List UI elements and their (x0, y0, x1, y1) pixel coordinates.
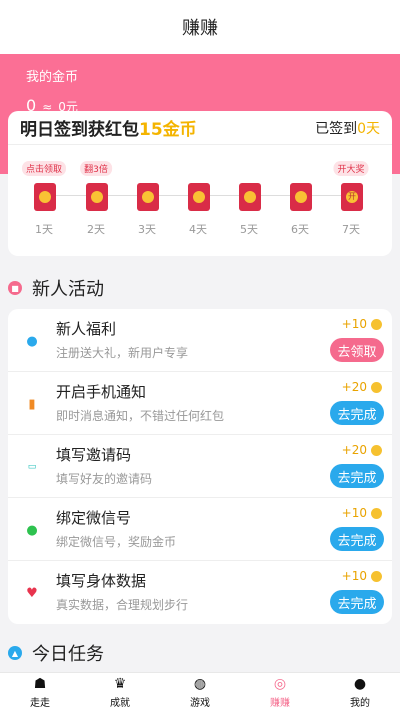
complete-button[interactable]: 去完成 (330, 527, 384, 551)
task-name: 填写邀请码 (56, 446, 132, 464)
red-envelope-icon[interactable] (137, 183, 159, 211)
task-desc: 绑定微信号，奖励金币 (56, 535, 177, 549)
earn-icon: ◎ (273, 676, 287, 692)
signin-days: 点击领取 1天 翻3倍 2天 3天 4天 5天 6天 开大奖 7天 (8, 145, 392, 256)
signin-reward: 15金币 (139, 120, 197, 140)
tab-game[interactable]: ◍ 游戏 (160, 673, 240, 712)
id-icon: ▭ (27, 462, 37, 472)
coin-icon (371, 507, 382, 519)
task-row: ♥ 填写身体数据 真实数据，合理规划步行 +10 去完成 (8, 561, 392, 624)
wechat-icon: ● (26, 522, 38, 538)
red-envelope-icon[interactable] (239, 183, 261, 211)
day-label: 7天 (342, 223, 360, 236)
task-row: ▮ 开启手机通知 即时消息通知，不错过任何红包 +20 去完成 (8, 372, 392, 435)
day-label: 1天 (35, 223, 53, 236)
signin-count-days: 0天 (357, 120, 380, 137)
tab-label: 赚赚 (270, 698, 290, 709)
signin-count-label: 已签到 (315, 120, 358, 137)
tab-earn[interactable]: ◎ 赚赚 (240, 673, 320, 712)
complete-button[interactable]: 去完成 (330, 464, 384, 488)
reward-amount: +10 (341, 569, 367, 583)
signin-header: 明日签到获红包15金币 已签到0天 (8, 111, 392, 145)
tab-profile[interactable]: ● 我的 (320, 673, 400, 712)
task-desc: 真实数据，合理规划步行 (56, 598, 189, 612)
walk-icon: ☗ (33, 676, 47, 692)
day-label: 6天 (291, 223, 309, 236)
red-envelope-icon[interactable] (34, 183, 56, 211)
task-reward: +10 (342, 317, 382, 331)
claim-button[interactable]: 去领取 (330, 338, 384, 362)
task-reward: +10 (342, 569, 382, 583)
user-icon: ● (26, 333, 38, 349)
reward-amount: +20 (341, 380, 367, 394)
task-reward: +20 (342, 380, 382, 394)
reward-amount: +10 (341, 506, 367, 520)
complete-button[interactable]: 去完成 (330, 401, 384, 425)
umbrella-icon: ▲ (8, 646, 22, 660)
day-tag[interactable]: 点击领取 (21, 161, 67, 176)
task-row: ▭ 填写邀请码 填写好友的邀请码 +20 去完成 (8, 435, 392, 498)
day-label: 4天 (189, 223, 207, 236)
coin-icon (371, 381, 382, 393)
task-name: 开启手机通知 (56, 383, 147, 401)
day-tag: 翻3倍 (80, 161, 112, 176)
tab-label: 成就 (110, 698, 130, 709)
task-name: 绑定微信号 (56, 509, 132, 527)
red-envelope-icon[interactable] (188, 183, 210, 211)
tab-achievement[interactable]: ♛ 成就 (80, 673, 160, 712)
tab-walk[interactable]: ☗ 走走 (0, 673, 80, 712)
tab-label: 走走 (30, 698, 50, 709)
reward-amount: +20 (341, 443, 367, 457)
task-desc: 注册送大礼，新用户专享 (56, 346, 189, 360)
signin-card: 明日签到获红包15金币 已签到0天 点击领取 1天 翻3倍 2天 3天 4天 5… (8, 111, 392, 256)
task-reward: +20 (342, 443, 382, 457)
tab-label: 我的 (350, 698, 370, 709)
today-title-text: 今日任务 (32, 644, 104, 665)
day-label: 3天 (138, 223, 156, 236)
task-reward: +10 (342, 506, 382, 520)
coin-label: 我的金币 (26, 70, 79, 85)
coin-icon (371, 570, 382, 582)
newbie-section-title: ■ 新人活动 (8, 275, 104, 301)
newbie-title-text: 新人活动 (32, 279, 104, 300)
bottom-tab-bar: ☗ 走走 ♛ 成就 ◍ 游戏 ◎ 赚赚 ● 我的 (0, 672, 400, 712)
coin-icon (371, 318, 382, 330)
day-label: 5天 (240, 223, 258, 236)
grand-prize-envelope-icon[interactable] (341, 183, 363, 211)
trophy-icon: ♛ (113, 676, 127, 692)
signin-count: 已签到0天 (315, 118, 380, 138)
page-title: 赚赚 (182, 18, 218, 39)
signin-title: 明日签到获红包15金币 (20, 115, 197, 140)
task-row: ● 绑定微信号 绑定微信号，奖励金币 +10 去完成 (8, 498, 392, 561)
tab-label: 游戏 (190, 698, 210, 709)
reward-amount: +10 (341, 317, 367, 331)
task-desc: 填写好友的邀请码 (56, 472, 153, 486)
task-name: 填写身体数据 (56, 572, 147, 590)
signin-title-text: 明日签到获红包 (20, 120, 139, 140)
red-envelope-icon[interactable] (290, 183, 312, 211)
newbie-task-list: ● 新人福利 注册送大礼，新用户专享 +10 去领取 ▮ 开启手机通知 即时消息… (8, 309, 392, 624)
coin-icon (371, 444, 382, 456)
phone-icon: ▮ (28, 396, 36, 412)
top-bar: 赚赚 (0, 0, 400, 54)
person-icon: ● (353, 676, 367, 692)
complete-button[interactable]: 去完成 (330, 590, 384, 614)
gift-icon: ■ (8, 281, 22, 295)
task-row: ● 新人福利 注册送大礼，新用户专享 +10 去领取 (8, 309, 392, 372)
day-label: 2天 (87, 223, 105, 236)
red-envelope-icon[interactable] (86, 183, 108, 211)
task-desc: 即时消息通知，不错过任何红包 (56, 409, 225, 423)
heart-icon: ♥ (26, 585, 38, 601)
task-name: 新人福利 (56, 320, 117, 338)
day-tag: 开大奖 (333, 161, 369, 176)
today-section-title: ▲ 今日任务 (8, 640, 104, 666)
gamepad-icon: ◍ (193, 676, 207, 692)
